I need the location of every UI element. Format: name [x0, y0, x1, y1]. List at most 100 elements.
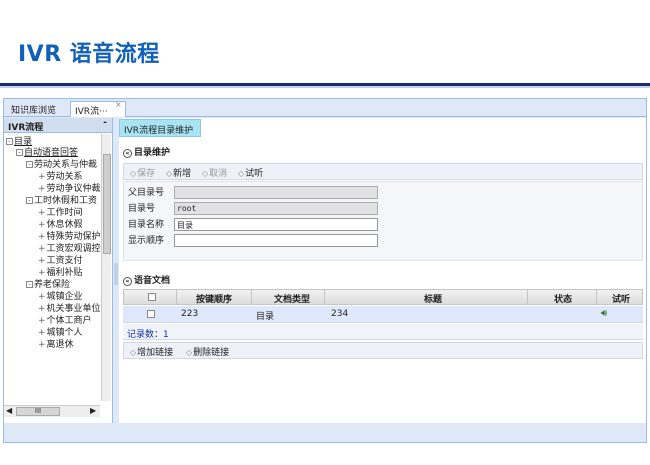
left-panel-header: IVR流程 -	[4, 118, 112, 133]
leaf-icon: +	[38, 340, 46, 350]
tree-node-leaf[interactable]: +城镇个人	[38, 328, 83, 339]
tree-node-root[interactable]: - 目录	[6, 137, 32, 148]
parent-id-field	[174, 186, 378, 199]
catalog-toolbar: ◇保存 ◇新增 ◇取消 ◇试听	[123, 163, 643, 180]
col-title[interactable]: 标题	[424, 292, 442, 305]
tree-node-leaf[interactable]: +工资宏观调控	[38, 244, 100, 255]
tree-node-leaf[interactable]: +个体工商户	[38, 316, 92, 327]
tree-node-labor-relations[interactable]: - 劳动关系与仲裁	[26, 160, 97, 171]
add-button[interactable]: ◇新增	[166, 166, 191, 179]
title-rule-shadow	[0, 86, 650, 88]
collapse-circle-icon[interactable]: «	[123, 277, 132, 286]
delete-link-button[interactable]: ◇删除链接	[186, 345, 229, 358]
add-link-button[interactable]: ◇增加链接	[130, 345, 173, 358]
tree-node-leaf[interactable]: +福利补贴	[38, 268, 83, 279]
collapse-icon[interactable]: -	[103, 118, 107, 128]
row-checkbox[interactable]	[147, 310, 155, 318]
tab-catalog-maintenance[interactable]: IVR流程目录维护	[119, 119, 201, 137]
cell-key-order: 223	[181, 309, 199, 319]
column-divider	[527, 290, 528, 305]
cancel-button[interactable]: ◇取消	[202, 166, 227, 179]
grid-footer: 记录数：1	[123, 324, 643, 340]
app-window: 知识库浏览 IVR流··· × IVR流程 - - 目录 - 自动语音回答 - 劳动关…	[3, 98, 647, 443]
save-button[interactable]: ◇保存	[130, 166, 155, 179]
grid-header: 按键顺序 文档类型 标题 状态 试听	[123, 289, 643, 305]
table-row[interactable]: 223 目录 234 🔊︎	[123, 306, 643, 323]
leaf-icon: +	[38, 232, 46, 242]
leaf-icon: +	[38, 268, 46, 278]
tree-node-leaf[interactable]: +工作时间	[38, 208, 83, 219]
catalog-form: 父目录号 目录号 root 目录名称 目录 显示顺序	[123, 181, 643, 261]
select-all-checkbox[interactable]	[148, 293, 156, 301]
leaf-icon: +	[38, 304, 46, 314]
expander-icon[interactable]: -	[26, 281, 33, 288]
tab-close-icon[interactable]: ×	[115, 100, 122, 109]
tree-node-leaf[interactable]: +劳动关系	[38, 172, 83, 183]
tree-vertical-scrollbar[interactable]	[101, 134, 111, 401]
tree-node-worktime[interactable]: - 工时休假和工资	[26, 196, 97, 207]
tab-bar: 知识库浏览 IVR流··· ×	[4, 99, 646, 117]
expander-icon[interactable]: -	[26, 161, 33, 168]
display-order-field[interactable]	[174, 234, 378, 247]
expander-icon[interactable]: -	[6, 138, 13, 145]
leaf-icon: +	[38, 220, 46, 230]
column-divider	[251, 290, 252, 305]
catalog-section-header[interactable]: «目录维护	[123, 145, 170, 158]
tab-ivr-flow-label: IVR流···	[75, 107, 108, 117]
leaf-icon: +	[38, 184, 46, 194]
speaker-icon[interactable]: 🔊︎	[601, 308, 607, 319]
parent-id-label: 父目录号	[128, 188, 165, 198]
save-icon: ◇	[130, 169, 137, 178]
leaf-icon: +	[38, 256, 46, 266]
col-key-order[interactable]: 按键顺序	[196, 292, 232, 305]
delete-link-icon: ◇	[186, 348, 193, 357]
scroll-left-icon[interactable]: ◀	[6, 406, 12, 415]
tab-knowledge-browse[interactable]: 知识库浏览	[7, 101, 67, 117]
tree-node-leaf[interactable]: +城镇企业	[38, 292, 83, 303]
scroll-thumb[interactable]	[103, 154, 111, 254]
expander-icon[interactable]: -	[26, 197, 33, 204]
cell-title: 234	[331, 309, 349, 319]
tree-node-leaf[interactable]: +机关事业单位	[38, 304, 100, 315]
col-status[interactable]: 状态	[554, 292, 572, 305]
expander-icon[interactable]: -	[16, 149, 23, 156]
tree-node-pension[interactable]: - 养老保险	[26, 280, 70, 291]
tree-node-leaf[interactable]: +休息休假	[38, 220, 83, 231]
leaf-icon: +	[38, 292, 46, 302]
tree-node-leaf[interactable]: +工资支付	[38, 256, 83, 267]
col-listen[interactable]: 试听	[612, 292, 630, 305]
collapse-circle-icon[interactable]: «	[123, 149, 132, 158]
column-divider	[324, 290, 325, 305]
add-link-icon: ◇	[130, 348, 137, 357]
record-count: 记录数：1	[127, 330, 169, 340]
link-toolbar: ◇增加链接 ◇删除链接	[123, 342, 643, 359]
cancel-icon: ◇	[202, 169, 209, 178]
cell-doc-type: 目录	[256, 312, 275, 322]
scroll-right-icon[interactable]: ▶	[90, 406, 96, 415]
column-divider	[596, 290, 597, 305]
col-doc-type[interactable]: 文档类型	[274, 292, 310, 305]
tree-node-leaf[interactable]: +劳动争议仲裁	[38, 184, 100, 195]
leaf-icon: +	[38, 208, 46, 218]
catalog-name-label: 目录名称	[128, 220, 165, 230]
left-panel: IVR流程 - - 目录 - 自动语音回答 - 劳动关系与仲裁 +劳动关系 +劳动争议…	[4, 118, 113, 423]
tree-node-leaf[interactable]: +特殊劳动保护	[38, 232, 100, 243]
column-divider	[176, 290, 177, 305]
voice-section-header[interactable]: «语音文档	[123, 273, 170, 286]
tree: - 目录 - 自动语音回答 - 劳动关系与仲裁 +劳动关系 +劳动争议仲裁 - 工时休假…	[4, 134, 100, 401]
catalog-id-label: 目录号	[128, 204, 156, 214]
splitter-collapse-icon[interactable]	[114, 263, 118, 285]
left-panel-title: IVR流程	[8, 123, 44, 133]
display-order-label: 显示顺序	[128, 236, 165, 246]
scroll-thumb[interactable]: III	[16, 407, 60, 416]
listen-button[interactable]: ◇试听	[238, 166, 263, 179]
catalog-name-field[interactable]: 目录	[174, 218, 378, 231]
leaf-icon: +	[38, 328, 46, 338]
tree-node-auto-voice[interactable]: - 自动语音回答	[16, 148, 78, 159]
slide-title: IVR 语音流程	[18, 42, 160, 67]
catalog-id-field: root	[174, 202, 378, 215]
leaf-icon: +	[38, 316, 46, 326]
tree-node-leaf[interactable]: +离退休	[38, 340, 74, 351]
leaf-icon: +	[38, 172, 46, 182]
tree-horizontal-scrollbar[interactable]: ◀ III ▶	[4, 405, 100, 417]
